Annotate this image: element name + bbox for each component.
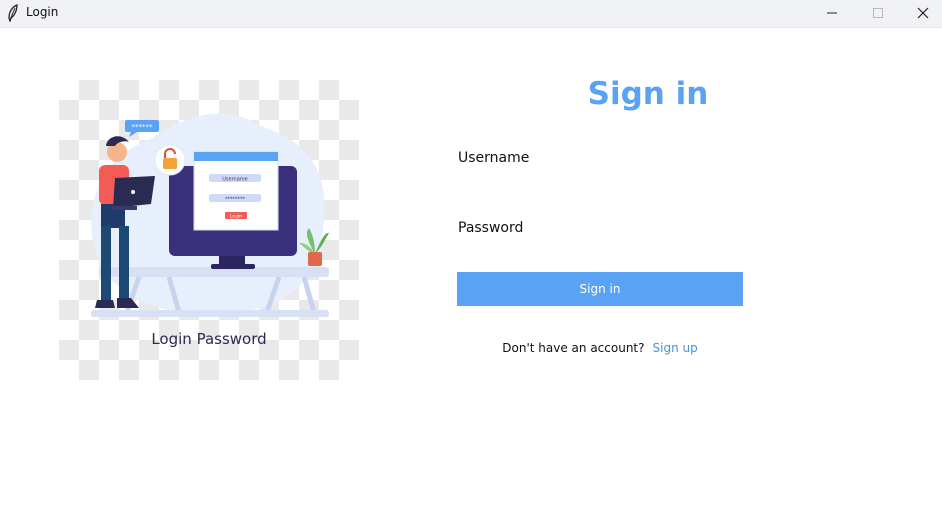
screen-login-text: Login (230, 214, 242, 220)
illustration-caption: Login Password (151, 330, 267, 348)
title-bar[interactable]: Login (0, 0, 942, 28)
close-button[interactable] (900, 0, 942, 27)
page-title: Sign in (587, 76, 709, 112)
maximize-icon (873, 8, 883, 18)
signup-row: Don't have an account? Sign up (457, 341, 743, 355)
screen-password-text: ******** (225, 197, 246, 203)
feather-icon (8, 4, 18, 22)
window-title: Login (26, 5, 59, 19)
bubble-text: ****** (132, 123, 154, 131)
close-icon (917, 7, 929, 19)
login-illustration: Username ******** Login ****** Login Pas… (59, 80, 359, 380)
screen-username-text: Username (222, 177, 248, 183)
minimize-icon (827, 12, 837, 14)
minimize-button[interactable] (809, 0, 855, 27)
login-window: Login Username ******** Login ****** Log… (0, 0, 942, 529)
password-label: Password (458, 220, 524, 236)
signup-link[interactable]: Sign up (653, 341, 698, 355)
sign-in-button[interactable]: Sign in (457, 272, 743, 306)
maximize-button[interactable] (855, 0, 901, 27)
username-label: Username (458, 150, 530, 166)
username-field[interactable] (458, 174, 742, 198)
signup-prompt: Don't have an account? (502, 341, 645, 355)
password-field[interactable] (458, 244, 742, 268)
